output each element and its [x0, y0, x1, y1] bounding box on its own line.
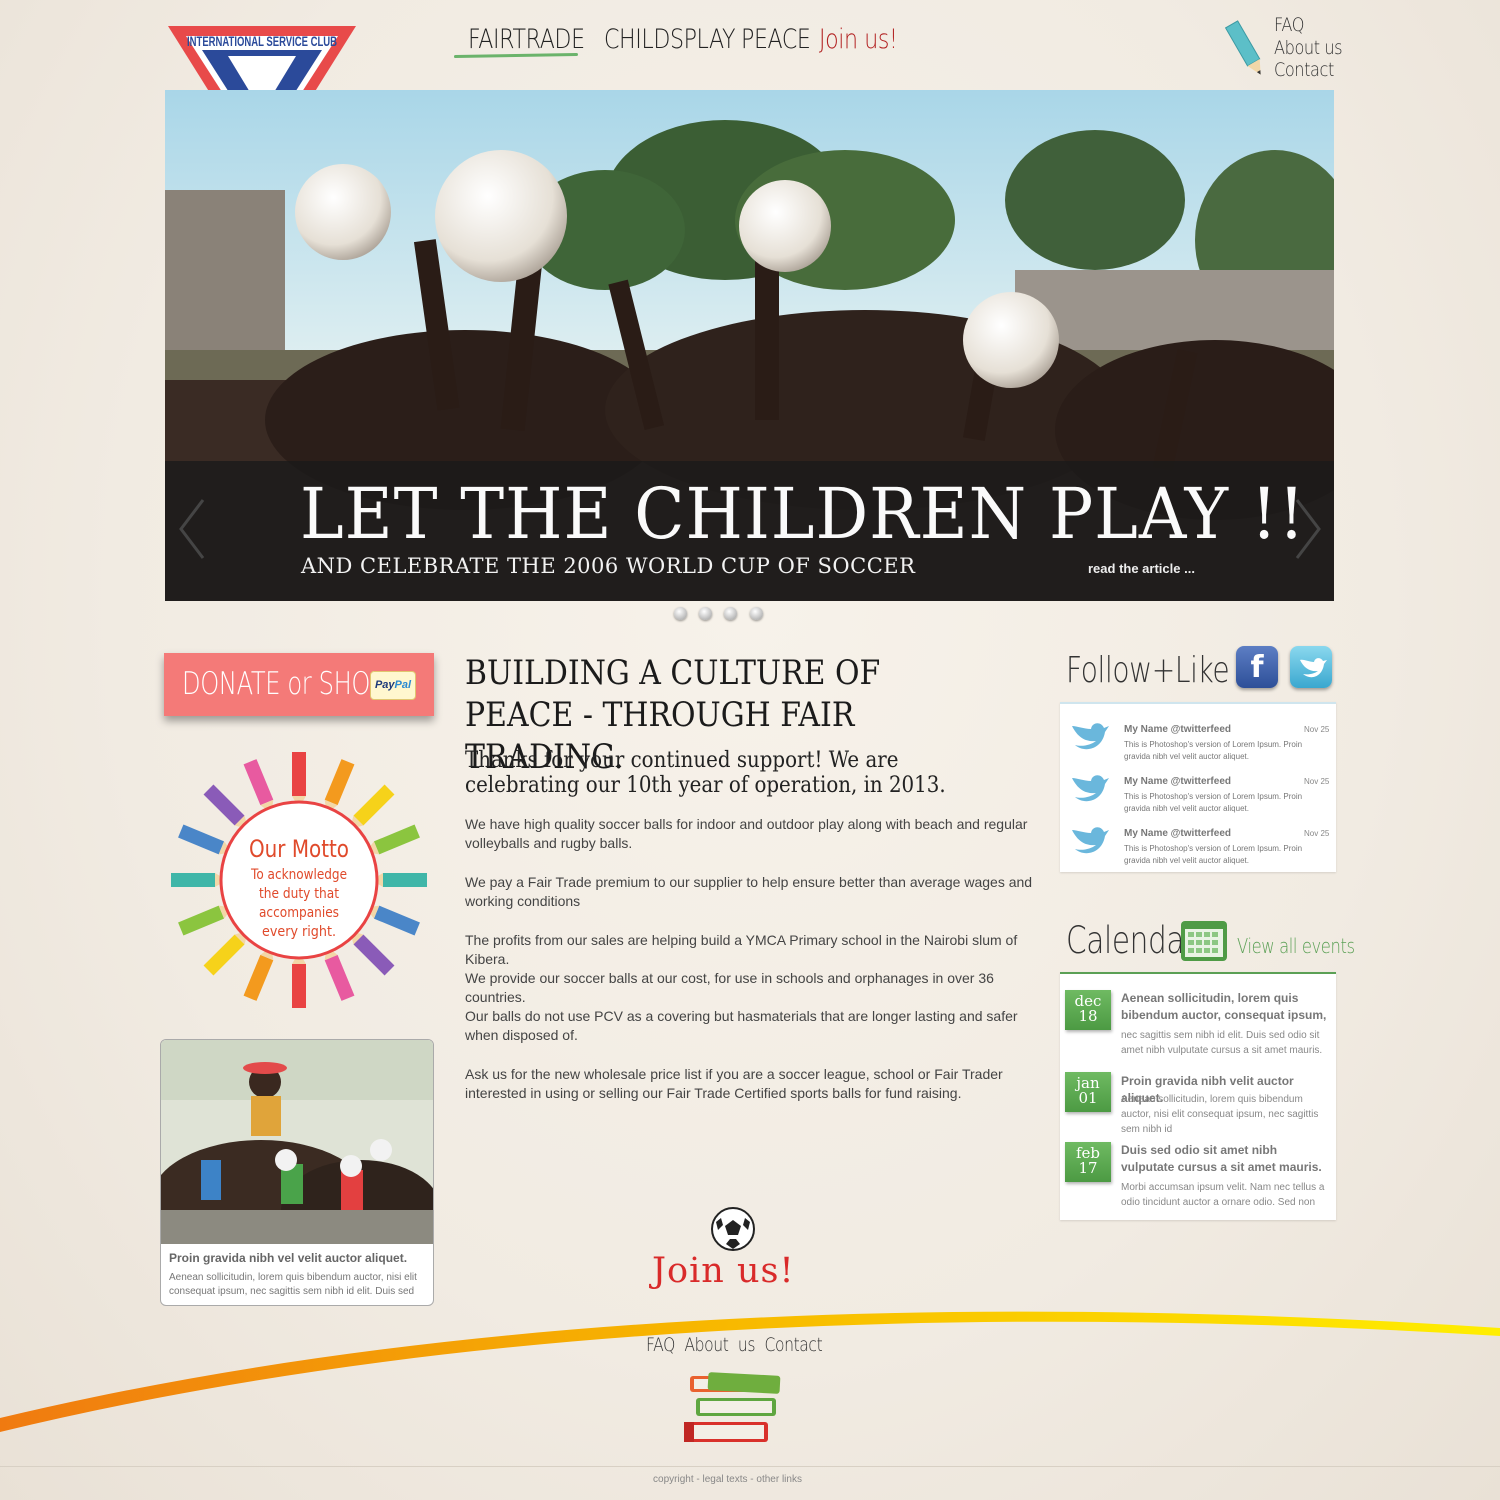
paypal-icon: PayPal — [370, 671, 416, 700]
slide-dot[interactable] — [724, 607, 737, 620]
read-article-link[interactable]: read the article ... — [1088, 561, 1195, 576]
tweet-text: This is Photoshop's version of Lorem Ips… — [1124, 844, 1303, 865]
twitter-bird-icon — [1072, 827, 1109, 854]
motto-badge: Our Motto To acknowledge the duty that a… — [171, 752, 427, 1008]
decorative-pencil — [371, 873, 427, 887]
tweet-date: Nov 25 — [1304, 829, 1330, 838]
page-subtitle: Thanks for your continued support! We ar… — [465, 748, 946, 798]
event-title[interactable]: Aenean sollicitudin, lorem quis bibendum… — [1121, 990, 1331, 1024]
slide-indicators — [672, 607, 772, 623]
calendar-heading: Calendar — [1066, 919, 1196, 962]
view-all-events-link[interactable]: View all events — [1237, 934, 1355, 958]
slide-dot[interactable] — [699, 607, 712, 620]
body-paragraph: We have high quality soccer balls for in… — [465, 816, 1028, 851]
donate-label: DONATE or SHOP — [182, 666, 385, 702]
event-text: Morbi accumsan ipsum velit. Nam nec tell… — [1121, 1182, 1325, 1208]
copyright-links[interactable]: copyright - legal texts - other links — [0, 1474, 1455, 1485]
books-icon — [684, 1372, 781, 1442]
events-list: dec 18 Aenean sollicitudin, lorem quis bi… — [1060, 972, 1336, 1220]
body-paragraph: The profits from our sales are helping b… — [465, 932, 1018, 967]
event-date-badge: jan 01 — [1065, 1072, 1111, 1112]
nav-fairtrade[interactable]: FAIRTRADE — [468, 24, 585, 55]
motto-title: Our Motto — [249, 835, 349, 863]
decorative-pencil — [292, 752, 306, 808]
event-item[interactable]: jan 01 Proin gravida nibh velit auctor al… — [1060, 1070, 1336, 1146]
event-item[interactable]: dec 18 Aenean sollicitudin, lorem quis bi… — [1060, 988, 1336, 1064]
tweet-item[interactable]: My Name @twitterfeed Nov 25 This is Phot… — [1060, 762, 1336, 814]
nav-childsplay[interactable]: CHILDSPLAY — [604, 24, 736, 55]
body-paragraph: Ask us for the new wholesale price list … — [465, 1066, 1003, 1101]
top-link-faq[interactable]: FAQ — [1274, 14, 1304, 36]
tweet-item[interactable]: My Name @twitterfeed Nov 25 This is Phot… — [1060, 814, 1336, 866]
tweet-text: This is Photoshop's version of Lorem Ips… — [1124, 792, 1303, 813]
hero-slider[interactable]: LET THE CHILDREN PLAY !! AND CELEBRATE T… — [165, 90, 1334, 601]
motto-line: the duty that — [259, 886, 339, 902]
event-date-badge: feb 17 — [1065, 1142, 1111, 1182]
body-paragraph: Our balls do not use PCV as a covering b… — [465, 1008, 1018, 1043]
pencil-icon — [1225, 20, 1261, 75]
calendar-icon[interactable] — [1180, 920, 1228, 962]
tweet-item[interactable]: My Name @twitterfeed Nov 25 This is Phot… — [1060, 710, 1336, 762]
hero-title: LET THE CHILDREN PLAY !! — [300, 473, 1306, 555]
hero-subtitle: AND CELEBRATE THE 2006 WORLD CUP OF SOCC… — [301, 554, 916, 578]
tweet-author[interactable]: My Name @twitterfeed — [1124, 724, 1231, 735]
footer-link-contact[interactable]: Contact — [765, 1334, 823, 1356]
body-paragraph: We provide our soccer balls at our cost,… — [465, 970, 994, 1005]
photo-caption-title: Proin gravida nibh vel velit auctor aliq… — [169, 1251, 408, 1265]
donate-shop-button[interactable]: DONATE or SHOP PayPal — [164, 653, 434, 716]
twitter-bird-icon — [1072, 723, 1109, 750]
motto-line: accompanies — [259, 905, 339, 921]
nav-join-us[interactable]: Join us! — [819, 24, 898, 55]
event-item[interactable]: feb 17 Duis sed odio sit amet nibh vulput… — [1060, 1140, 1336, 1216]
footer-links: FAQ About us Contact — [646, 1334, 823, 1356]
tweet-author[interactable]: My Name @twitterfeed — [1124, 776, 1231, 787]
decorative-pencil — [292, 952, 306, 1008]
hero-caption: LET THE CHILDREN PLAY !! AND CELEBRATE T… — [165, 461, 1334, 601]
event-date-badge: dec 18 — [1065, 990, 1111, 1030]
event-text: Aenean sollicitudin, lorem quis bibendum… — [1121, 1094, 1319, 1135]
tweet-date: Nov 25 — [1304, 725, 1330, 734]
footer-link-faq[interactable]: FAQ — [646, 1334, 675, 1356]
slide-dot[interactable] — [674, 607, 687, 620]
event-title[interactable]: Duis sed odio sit amet nibh vulputate cu… — [1121, 1142, 1331, 1176]
slide-dot[interactable] — [750, 607, 763, 620]
tweet-text: This is Photoshop's version of Lorem Ips… — [1124, 740, 1303, 761]
footer-link-about[interactable]: About us — [684, 1334, 755, 1356]
follow-like-heading: Follow+Like — [1066, 650, 1230, 691]
nav-peace[interactable]: PEACE — [741, 24, 811, 55]
join-us-button[interactable]: Join us! — [652, 1251, 795, 1291]
tweet-author[interactable]: My Name @twitterfeed — [1124, 828, 1231, 839]
soccer-ball-icon — [711, 1207, 755, 1251]
motto-line: every right. — [262, 924, 336, 940]
logo-text: INTERNATIONAL SERVICE CLUB — [187, 33, 337, 49]
body-paragraph: We pay a Fair Trade premium to our suppl… — [465, 874, 1033, 909]
twitter-bird-icon — [1072, 775, 1109, 802]
tweet-date: Nov 25 — [1304, 777, 1330, 786]
photo-card[interactable]: Proin gravida nibh vel velit auctor aliq… — [160, 1039, 434, 1306]
twitter-icon[interactable] — [1290, 646, 1332, 688]
event-text: nec sagittis sem nibh id elit. Duis sed … — [1121, 1030, 1323, 1056]
top-link-about[interactable]: About us — [1274, 37, 1343, 59]
twitter-feed: My Name @twitterfeed Nov 25 This is Phot… — [1060, 702, 1336, 872]
children-photo — [161, 1040, 433, 1244]
motto-line: To acknowledge — [250, 867, 347, 883]
facebook-icon[interactable]: f — [1236, 646, 1278, 688]
decorative-pencil — [171, 873, 227, 887]
footer-divider — [0, 1466, 1500, 1467]
top-link-contact[interactable]: Contact — [1274, 59, 1334, 81]
